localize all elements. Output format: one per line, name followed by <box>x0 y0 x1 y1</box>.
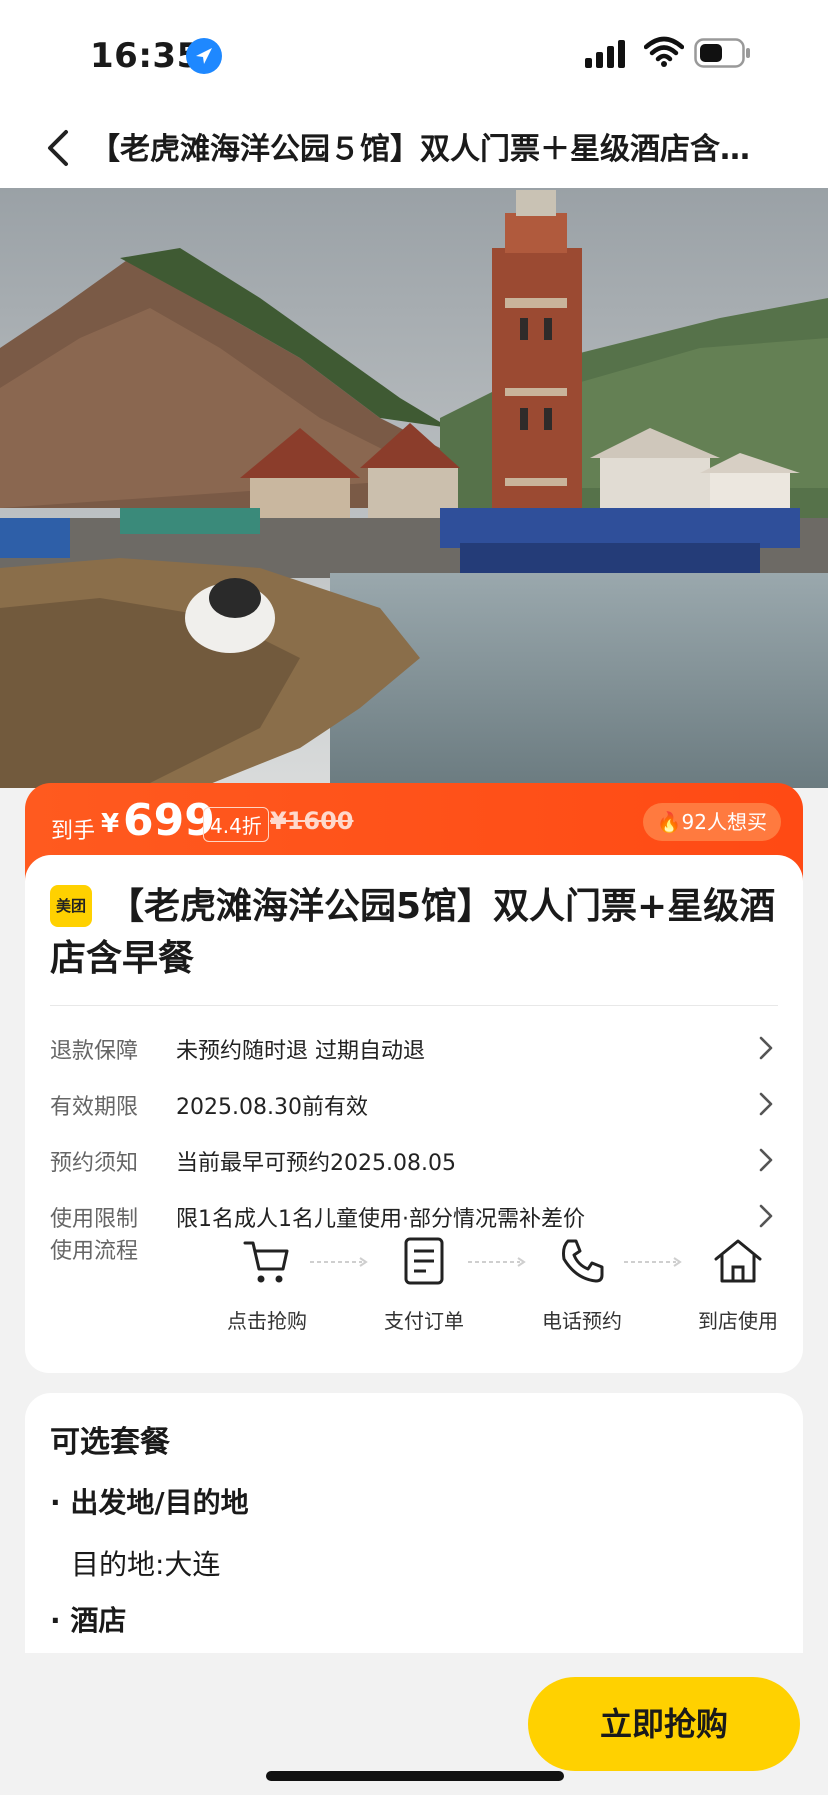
package-section-title: · 酒店 <box>50 1599 126 1639</box>
chevron-right-icon <box>759 1092 773 1116</box>
bullet-dot: · <box>50 1486 61 1519</box>
discount-badge: 4.4折 <box>203 807 269 842</box>
cart-icon <box>239 1233 295 1289</box>
document-icon <box>396 1233 452 1289</box>
flow-arrow <box>468 1257 526 1267</box>
home-icon <box>710 1233 766 1289</box>
section-heading: 可选套餐 <box>50 1425 170 1460</box>
phone-icon <box>554 1233 610 1289</box>
flow-step-buy: 点击抢购 <box>207 1233 327 1334</box>
chevron-right-icon <box>759 1148 773 1172</box>
nav-bar: 【老虎滩海洋公园５馆】双人门票＋星级酒店含… <box>0 110 828 188</box>
section-title-text: 出发地/目的地 <box>70 1486 249 1519</box>
original-price: ¥1600 <box>270 807 354 835</box>
flow-step-label: 点击抢购 <box>227 1309 307 1333</box>
info-row-value: 未预约随时退 过期自动退 <box>176 1039 425 1064</box>
info-row-value: 限1名成人1名儿童使用·部分情况需补差价 <box>176 1207 585 1232</box>
chevron-left-icon <box>48 130 68 166</box>
info-row-value: 2025.08.30前有效 <box>176 1095 368 1120</box>
battery-icon <box>694 38 752 72</box>
divider <box>50 1005 778 1006</box>
home-indicator <box>266 1771 564 1781</box>
flow-arrow <box>310 1257 368 1267</box>
info-row-label: 退款保障 <box>50 1039 139 1064</box>
usage-flow: 使用流程 点击抢购 支付订单 电话预约 到店使用 <box>50 1233 778 1353</box>
chevron-right-icon <box>759 1036 773 1060</box>
package-section-title: · 出发地/目的地 <box>50 1481 249 1521</box>
status-time: 16:35 <box>90 36 201 76</box>
info-row-value: 当前最早可预约2025.08.05 <box>176 1151 456 1176</box>
flow-step-label: 电话预约 <box>542 1309 622 1333</box>
info-row-refund[interactable]: 退款保障 未预约随时退 过期自动退 <box>50 1023 778 1073</box>
usage-flow-label: 使用流程 <box>50 1239 139 1264</box>
want-to-buy-badge: 🔥92人想买 <box>642 803 781 841</box>
back-button[interactable] <box>40 128 80 168</box>
page-title: 【老虎滩海洋公园５馆】双人门票＋星级酒店含… <box>90 132 750 167</box>
info-row-label: 预约须知 <box>50 1151 139 1176</box>
flow-step-call: 电话预约 <box>522 1233 642 1334</box>
info-row-booking[interactable]: 预约须知 当前最早可预约2025.08.05 <box>50 1135 778 1185</box>
status-bar: 16:35 <box>0 0 828 110</box>
flow-arrow <box>624 1257 682 1267</box>
price-value: 699 <box>123 795 215 846</box>
product-info-card: 美团 【老虎滩海洋公园5馆】双人门票+星级酒店含早餐 退款保障 未预约随时退 过… <box>25 855 803 1373</box>
flow-step-pay: 支付订单 <box>364 1233 484 1334</box>
section-title-text: 酒店 <box>70 1604 127 1637</box>
info-row-validity[interactable]: 有效期限 2025.08.30前有效 <box>50 1079 778 1129</box>
location-icon <box>186 38 222 74</box>
price-label: 到手 <box>51 819 96 844</box>
chevron-right-icon <box>759 1204 773 1228</box>
package-section-detail: 目的地:大连 <box>71 1548 221 1581</box>
wifi-icon <box>643 36 685 72</box>
info-row-label: 有效期限 <box>50 1095 139 1120</box>
price-currency: ¥ <box>101 809 120 839</box>
bottom-action-bar: 立即抢购 <box>0 1653 828 1795</box>
info-row-label: 使用限制 <box>50 1207 139 1232</box>
fire-icon: 🔥 <box>656 810 682 834</box>
signal-icon <box>585 40 629 72</box>
hero-image[interactable] <box>0 188 828 788</box>
buy-now-button[interactable]: 立即抢购 <box>528 1677 800 1771</box>
package-options-card: 可选套餐 · 出发地/目的地 目的地:大连 · 酒店 <box>25 1393 803 1653</box>
flow-step-label: 到店使用 <box>698 1309 778 1333</box>
flow-step-visit: 到店使用 <box>678 1233 798 1334</box>
want-count: 92人想买 <box>681 810 767 834</box>
product-title: 【老虎滩海洋公园5馆】双人门票+星级酒店含早餐 <box>50 886 776 979</box>
bullet-dot: · <box>50 1604 61 1637</box>
flow-step-label: 支付订单 <box>384 1309 464 1333</box>
